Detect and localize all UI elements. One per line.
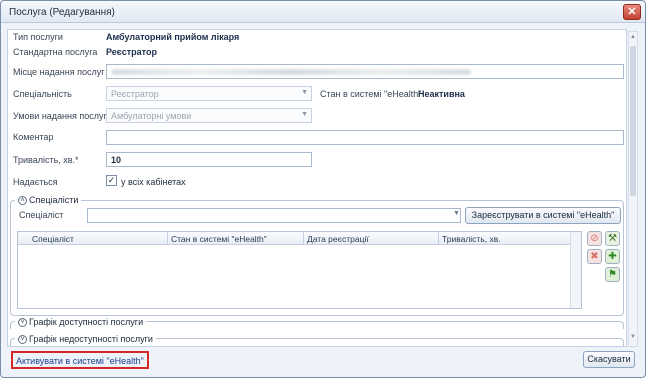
availability-header[interactable]: ˅ Графік доступності послуги <box>15 317 147 328</box>
scroll-up-icon[interactable]: ▲ <box>630 34 636 44</box>
duration-label: Тривалість, хв.* <box>13 155 79 165</box>
chevron-down-icon: ˅ <box>18 335 27 345</box>
conditions-select[interactable]: Амбулаторні умови ▼ <box>106 108 312 123</box>
register-ehealth-button[interactable]: Зареєструвати в системі "eHealth" <box>465 207 621 224</box>
availability-group: ˅ Графік доступності послуги <box>10 317 624 329</box>
place-label: Місце надання послуг <box>13 67 105 77</box>
unavailability-label: Графік недоступності послуги <box>29 334 153 344</box>
comment-label: Коментар <box>13 132 54 142</box>
ehealth-state-label: Стан в системі "eHealth" <box>320 89 422 99</box>
redacted-place-text <box>111 69 471 75</box>
specialists-header-label: Спеціалісти <box>29 195 79 205</box>
comment-field[interactable] <box>106 130 624 145</box>
chevron-down-icon: ˅ <box>18 318 27 328</box>
table-scrollbar[interactable] <box>570 232 581 308</box>
dialog-title: Послуга (Редагування) <box>9 7 115 18</box>
service-edit-dialog: Послуга (Редагування) ✕ Тип послуги Амбу… <box>0 0 646 378</box>
specialists-table: Спеціаліст Стан в системі "eHealth" Дата… <box>17 231 582 309</box>
title-bar: Послуга (Редагування) ✕ <box>1 1 645 23</box>
specialist-select[interactable] <box>87 208 461 223</box>
conditions-value: Амбулаторні умови <box>111 111 192 121</box>
all-rooms-checkbox[interactable]: ✓ <box>106 175 117 186</box>
standard-service-value: Реєстратор <box>106 47 157 57</box>
specialists-header[interactable]: ˄ Спеціалісти <box>15 195 82 206</box>
specialty-value: Реєстратор <box>111 89 159 99</box>
duration-field[interactable]: 10 <box>106 152 312 167</box>
unavailability-group: ˅ Графік недоступності послуги <box>10 334 624 346</box>
dialog-content: Тип послуги Амбулаторний прийом лікаря С… <box>7 29 627 347</box>
dialog-scrollbar[interactable]: ▲ ▼ <box>628 31 638 347</box>
chevron-down-icon[interactable]: ▼ <box>453 210 460 217</box>
column-separator <box>167 232 168 245</box>
scroll-down-icon[interactable]: ▼ <box>630 334 636 344</box>
specialists-group: ˄ Спеціалісти Спеціаліст ▼ Зареєструвати … <box>10 195 624 316</box>
chevron-down-icon: ▼ <box>301 89 308 96</box>
flag-icon[interactable]: ⚑ <box>605 267 620 282</box>
wrench-icon[interactable]: ⚒ <box>605 231 620 246</box>
column-header-ehealth-state[interactable]: Стан в системі "eHealth" <box>171 234 267 244</box>
all-rooms-label: у всіх кабінетах <box>121 177 186 187</box>
chevron-up-icon: ˄ <box>18 196 27 206</box>
scroll-thumb[interactable] <box>630 46 636 196</box>
dialog-footer: Активувати в системі "eHealth" Скасувати <box>1 349 645 377</box>
specialist-label: Спеціаліст <box>19 210 64 220</box>
availability-label: Графік доступності послуги <box>29 317 144 327</box>
cancel-button[interactable]: Скасувати <box>583 351 635 368</box>
chevron-down-icon: ▼ <box>301 111 308 118</box>
conditions-label: Умови надання послуг <box>13 111 107 121</box>
specialty-label: Спеціальність <box>13 89 72 99</box>
service-type-label: Тип послуги <box>13 32 63 42</box>
service-type-value: Амбулаторний прийом лікаря <box>106 32 240 42</box>
activate-ehealth-link[interactable]: Активувати в системі "eHealth" <box>11 351 149 369</box>
checkmark-icon: ✓ <box>107 175 116 185</box>
ehealth-state-value: Неактивна <box>418 89 465 99</box>
close-button[interactable]: ✕ <box>623 4 641 20</box>
table-header: Спеціаліст Стан в системі "eHealth" Дата… <box>18 232 581 245</box>
unavailability-header[interactable]: ˅ Графік недоступності послуги <box>15 334 156 345</box>
standard-service-label: Стандартна послуга <box>13 47 98 57</box>
add-icon[interactable]: ✚ <box>605 249 620 264</box>
place-field[interactable] <box>106 64 624 79</box>
close-icon: ✕ <box>627 6 637 18</box>
column-header-specialist[interactable]: Спеціаліст <box>32 234 74 244</box>
column-separator <box>303 232 304 245</box>
column-header-duration[interactable]: Тривалість, хв. <box>442 234 501 244</box>
provided-label: Надається <box>13 177 58 187</box>
specialty-select[interactable]: Реєстратор ▼ <box>106 86 312 101</box>
column-separator <box>438 232 439 245</box>
column-header-registration-date[interactable]: Дата реєстрації <box>307 234 369 244</box>
remove-icon[interactable]: ✖ <box>587 249 602 264</box>
delete-icon[interactable]: ⊘ <box>587 231 602 246</box>
